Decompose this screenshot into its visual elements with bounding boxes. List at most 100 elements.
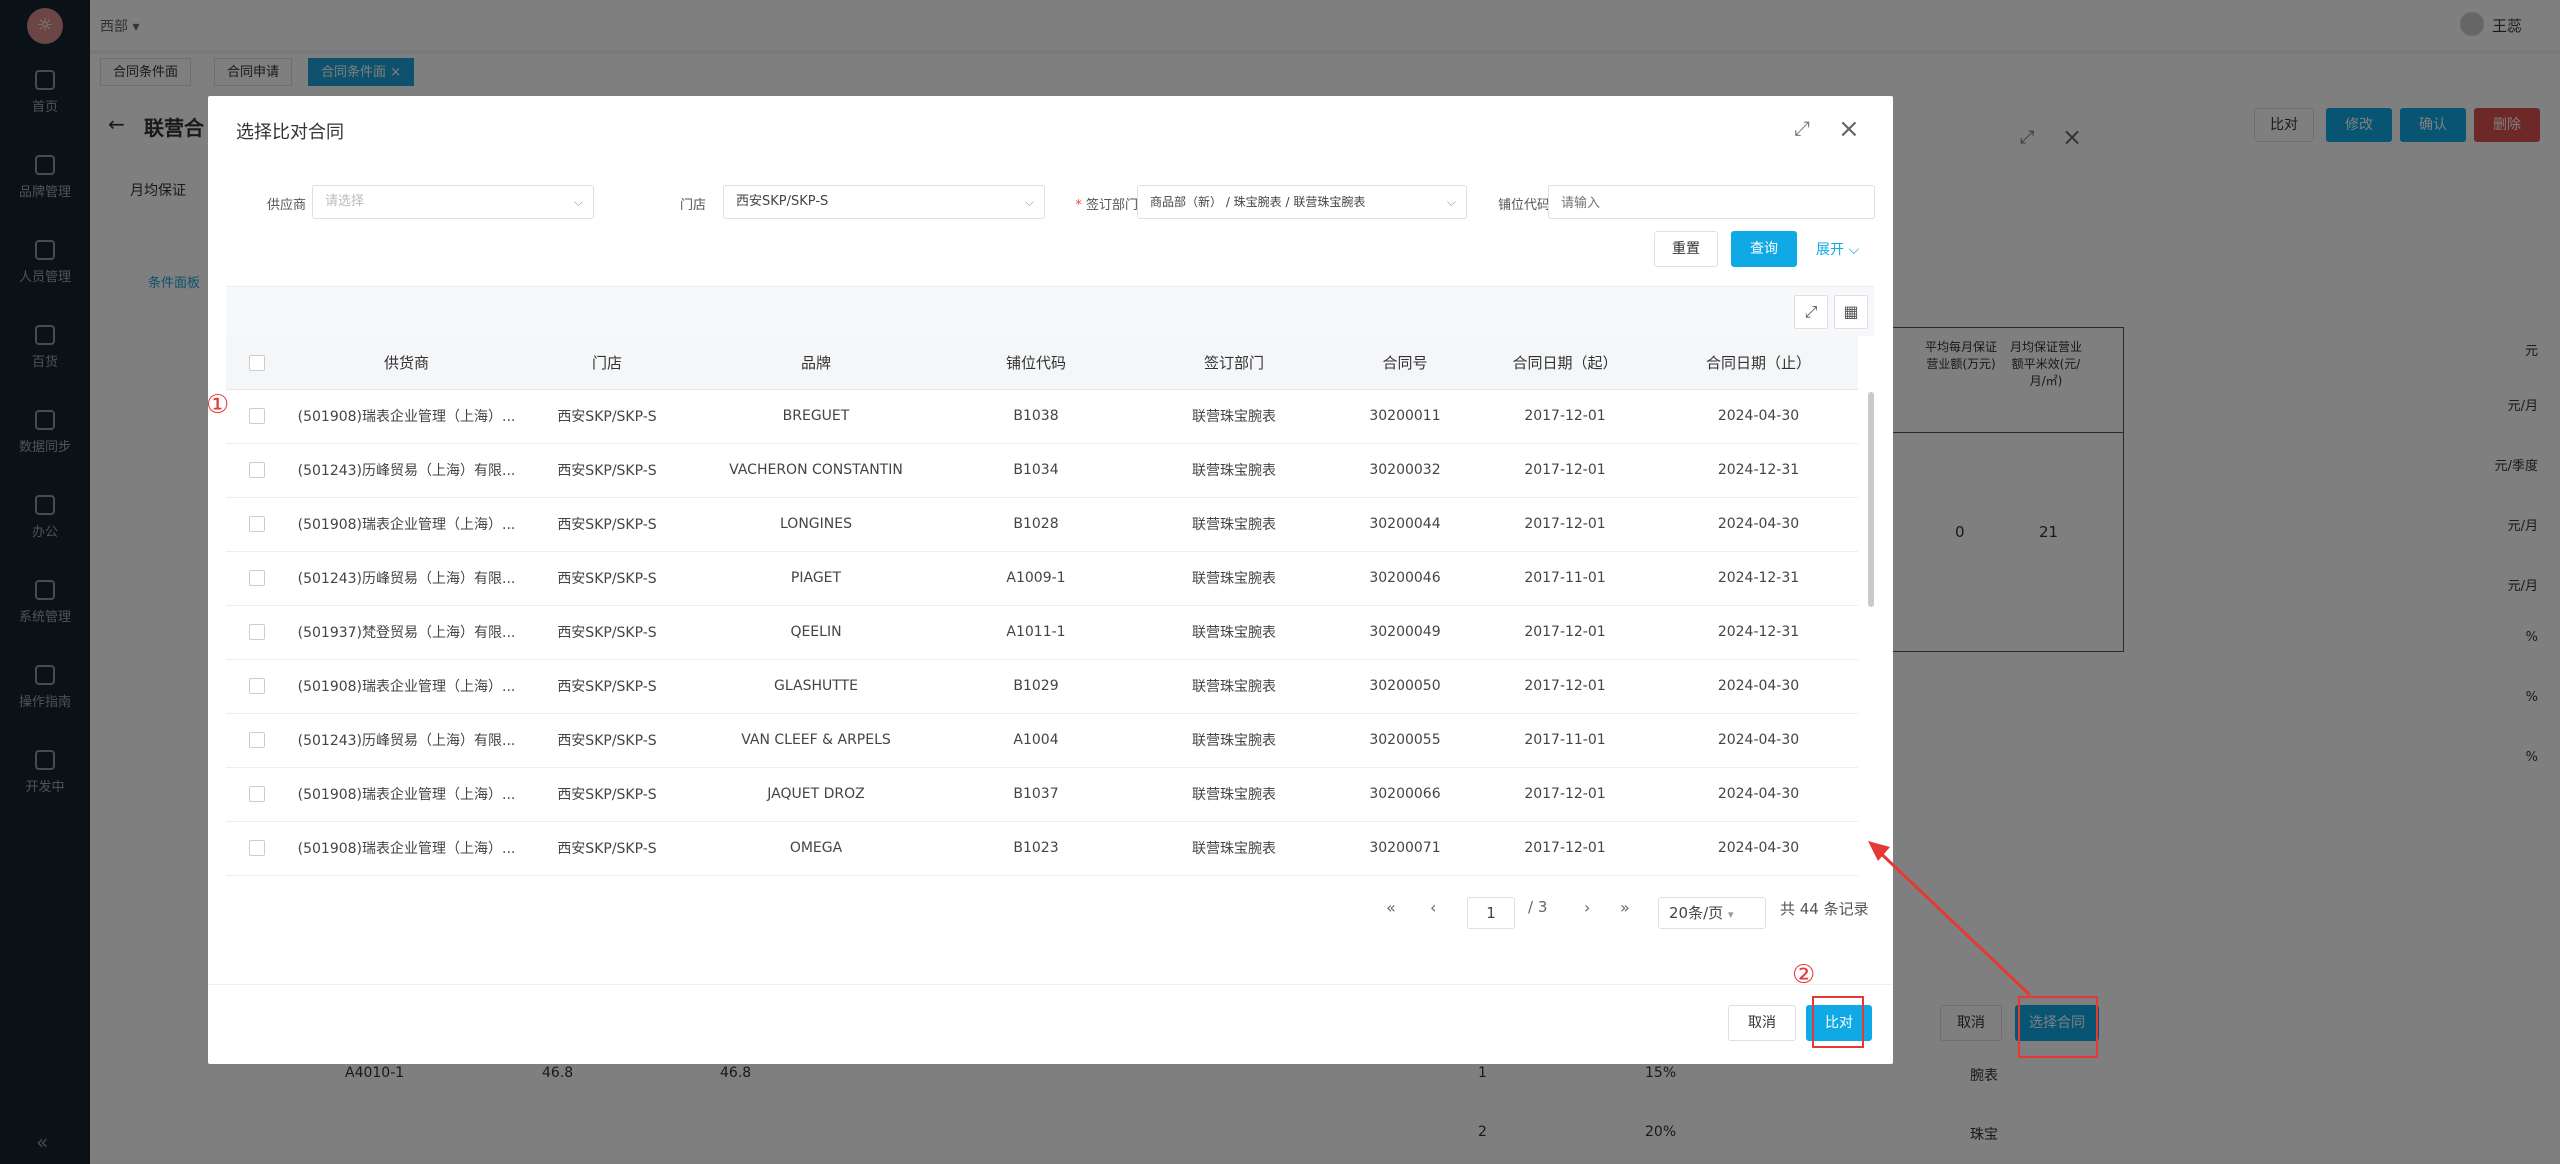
row-checkbox[interactable] bbox=[249, 732, 265, 748]
row-select-cell[interactable] bbox=[226, 713, 288, 768]
table-cell: BREGUET bbox=[689, 389, 943, 444]
query-button[interactable]: 查询 bbox=[1731, 231, 1797, 267]
col-store[interactable]: 门店 bbox=[525, 336, 689, 390]
table-cell: 联营珠宝腕表 bbox=[1129, 605, 1339, 660]
row-checkbox[interactable] bbox=[249, 516, 265, 532]
row-checkbox[interactable] bbox=[249, 624, 265, 640]
table-cell: A1009-1 bbox=[943, 551, 1129, 606]
column-settings-icon[interactable]: ▦ bbox=[1834, 295, 1868, 329]
table-cell: 联营珠宝腕表 bbox=[1129, 497, 1339, 552]
table-cell: 西安SKP/SKP-S bbox=[525, 767, 689, 822]
next-page-icon[interactable]: › bbox=[1584, 898, 1590, 917]
table-cell: (501243)历峰贸易（上海）有限... bbox=[288, 551, 525, 606]
table-cell: 联营珠宝腕表 bbox=[1129, 443, 1339, 498]
page-number-input[interactable]: 1 bbox=[1467, 897, 1515, 929]
annotation-arrow bbox=[1868, 841, 2032, 997]
table-row[interactable]: (501937)梵登贸易（上海）有限... 西安SKP/SKP-S QEELIN A1… bbox=[226, 605, 1858, 660]
expand-link[interactable]: 展开 ⌵ bbox=[1816, 239, 1859, 259]
col-contract-no[interactable]: 合同号 bbox=[1339, 336, 1471, 390]
row-select-cell[interactable] bbox=[226, 443, 288, 498]
last-page-icon[interactable]: » bbox=[1620, 898, 1630, 917]
table-cell: 30200049 bbox=[1339, 605, 1471, 660]
supplier-label: 供应商 bbox=[266, 198, 306, 213]
row-checkbox[interactable] bbox=[249, 462, 265, 478]
store-select[interactable]: 西安SKP/SKP-S ⌵ bbox=[723, 185, 1045, 219]
row-checkbox[interactable] bbox=[249, 678, 265, 694]
table-cell: (501908)瑞表企业管理（上海）... bbox=[288, 389, 525, 444]
row-select-cell[interactable] bbox=[226, 659, 288, 714]
close-icon[interactable]: × bbox=[1838, 114, 1860, 144]
table-cell: 2017-11-01 bbox=[1471, 551, 1659, 606]
table-cell: 30200055 bbox=[1339, 713, 1471, 768]
table-cell: 2017-12-01 bbox=[1471, 497, 1659, 552]
table-cell: 2017-12-01 bbox=[1471, 659, 1659, 714]
table-row[interactable]: (501908)瑞表企业管理（上海）... 西安SKP/SKP-S LONGINES… bbox=[226, 497, 1858, 552]
table-cell: 2017-11-01 bbox=[1471, 713, 1659, 768]
table-cell: 西安SKP/SKP-S bbox=[525, 497, 689, 552]
row-select-cell[interactable] bbox=[226, 605, 288, 660]
row-select-cell[interactable] bbox=[226, 551, 288, 606]
total-records: 共 44 条记录 bbox=[1780, 900, 1869, 918]
table-toolbar: ⤢ ▦ bbox=[226, 286, 1874, 336]
table-cell: (501908)瑞表企业管理（上海）... bbox=[288, 659, 525, 714]
maximize-icon[interactable]: ⤢ bbox=[1794, 116, 1810, 140]
prev-page-icon[interactable]: ‹ bbox=[1430, 898, 1436, 917]
row-select-cell[interactable] bbox=[226, 767, 288, 822]
row-select-cell[interactable] bbox=[226, 389, 288, 444]
select-all-cell[interactable] bbox=[226, 336, 288, 390]
table-cell: 西安SKP/SKP-S bbox=[525, 389, 689, 444]
table-cell: 2017-12-01 bbox=[1471, 605, 1659, 660]
table-row[interactable]: (501908)瑞表企业管理（上海）... 西安SKP/SKP-S OMEGA B10… bbox=[226, 821, 1858, 876]
reset-button[interactable]: 重置 bbox=[1654, 231, 1718, 267]
first-page-icon[interactable]: « bbox=[1386, 898, 1396, 917]
table-row[interactable]: (501243)历峰贸易（上海）有限... 西安SKP/SKP-S VACHERON… bbox=[226, 443, 1858, 498]
table-cell: 西安SKP/SKP-S bbox=[525, 551, 689, 606]
table-cell: B1038 bbox=[943, 389, 1129, 444]
page-size-select[interactable]: 20条/页 ▾ bbox=[1658, 897, 1766, 929]
table-cell: VACHERON CONSTANTIN bbox=[689, 443, 943, 498]
table-cell: 西安SKP/SKP-S bbox=[525, 659, 689, 714]
table-row[interactable]: (501908)瑞表企业管理（上海）... 西安SKP/SKP-S JAQUET D… bbox=[226, 767, 1858, 822]
table-row[interactable]: (501243)历峰贸易（上海）有限... 西安SKP/SKP-S VAN CLEE… bbox=[226, 713, 1858, 768]
slot-label: 铺位代码 bbox=[1497, 198, 1550, 213]
table-cell: (501243)历峰贸易（上海）有限... bbox=[288, 713, 525, 768]
table-cell: 2024-04-30 bbox=[1659, 497, 1858, 552]
table-cell: 联营珠宝腕表 bbox=[1129, 659, 1339, 714]
row-checkbox[interactable] bbox=[249, 840, 265, 856]
dept-cascader[interactable]: 商品部（新） / 珠宝腕表 / 联营珠宝腕表 ⌵ bbox=[1137, 185, 1467, 219]
annotation-marker-1: ① bbox=[206, 390, 230, 420]
table-cell: A1004 bbox=[943, 713, 1129, 768]
compare-contract-dialog: 选择比对合同 ⤢ × 供应商 请选择 ⌵ 门店 西安SKP/SKP-S ⌵ * 签订… bbox=[208, 96, 1893, 1064]
slot-code-input[interactable] bbox=[1548, 185, 1875, 219]
table-cell: (501937)梵登贸易（上海）有限... bbox=[288, 605, 525, 660]
row-checkbox[interactable] bbox=[249, 408, 265, 424]
table-cell: 2024-12-31 bbox=[1659, 443, 1858, 498]
table-cell: 2017-12-01 bbox=[1471, 767, 1659, 822]
row-select-cell[interactable] bbox=[226, 497, 288, 552]
table-cell: 30200050 bbox=[1339, 659, 1471, 714]
col-brand[interactable]: 品牌 bbox=[689, 336, 943, 390]
table-cell: 30200011 bbox=[1339, 389, 1471, 444]
supplier-select[interactable]: 请选择 ⌵ bbox=[312, 185, 594, 219]
table-cell: 2017-12-01 bbox=[1471, 443, 1659, 498]
row-checkbox[interactable] bbox=[249, 786, 265, 802]
col-dept[interactable]: 签订部门 bbox=[1129, 336, 1339, 390]
fullscreen-icon[interactable]: ⤢ bbox=[1794, 295, 1828, 329]
store-label: 门店 bbox=[679, 198, 706, 213]
table-row[interactable]: (501243)历峰贸易（上海）有限... 西安SKP/SKP-S PIAGET A1… bbox=[226, 551, 1858, 606]
table-row[interactable]: (501908)瑞表企业管理（上海）... 西安SKP/SKP-S GLASHUTT… bbox=[226, 659, 1858, 714]
row-checkbox[interactable] bbox=[249, 570, 265, 586]
col-end-date[interactable]: 合同日期（止） bbox=[1659, 336, 1858, 390]
table-cell: 联营珠宝腕表 bbox=[1129, 821, 1339, 876]
table-cell: 2024-12-31 bbox=[1659, 605, 1858, 660]
col-supplier[interactable]: 供货商 bbox=[288, 336, 525, 390]
col-slot[interactable]: 铺位代码 bbox=[943, 336, 1129, 390]
table-cell: 30200071 bbox=[1339, 821, 1471, 876]
table-cell: 联营珠宝腕表 bbox=[1129, 713, 1339, 768]
cancel-button[interactable]: 取消 bbox=[1728, 1005, 1796, 1041]
table-scrollbar[interactable] bbox=[1868, 392, 1874, 607]
row-select-cell[interactable] bbox=[226, 821, 288, 876]
table-row[interactable]: (501908)瑞表企业管理（上海）... 西安SKP/SKP-S BREGUET B… bbox=[226, 389, 1858, 444]
select-all-checkbox[interactable] bbox=[249, 354, 265, 371]
col-start-date[interactable]: 合同日期（起） bbox=[1471, 336, 1659, 390]
